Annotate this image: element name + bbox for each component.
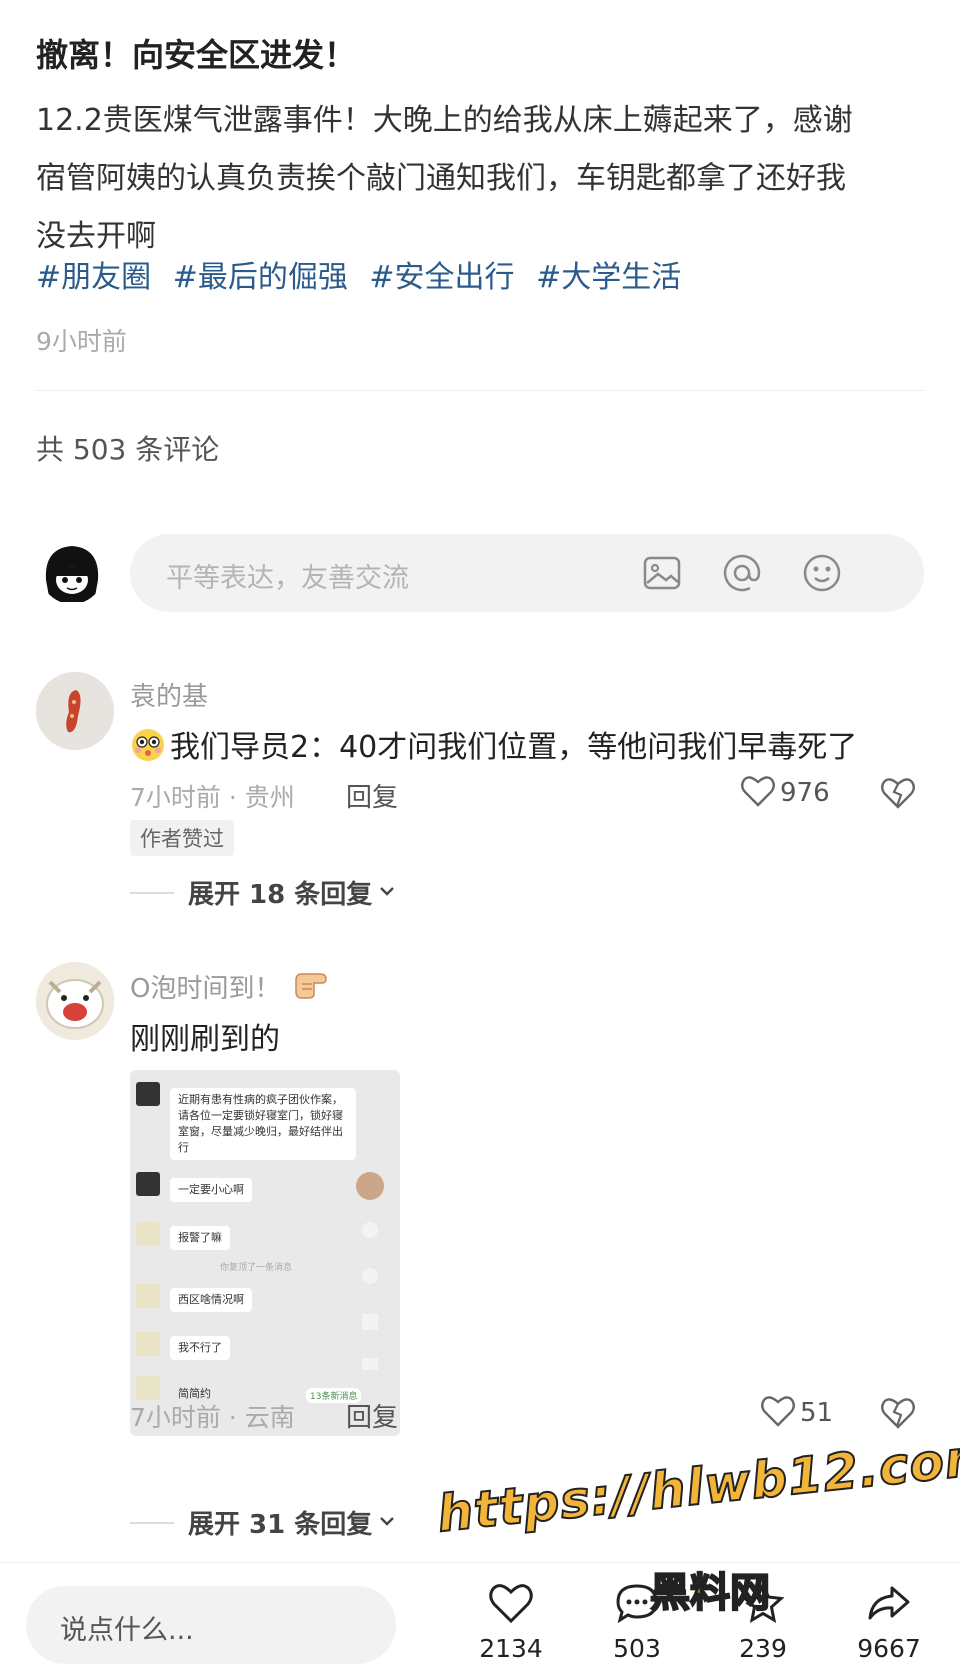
post-body-line: 12.2贵医煤气泄露事件！大晚上的给我从床上薅起来了，感谢	[36, 103, 853, 138]
chat-message: 报警了嘛	[170, 1226, 230, 1250]
image-icon[interactable]	[640, 551, 684, 595]
emoji-icon[interactable]	[800, 551, 844, 595]
like-total: 2134	[479, 1634, 543, 1663]
comment-input[interactable]: 平等表达，友善交流	[130, 534, 924, 612]
chevron-down-icon	[378, 1513, 396, 1532]
watermark-url: https://hlwb12.com	[434, 1426, 960, 1545]
tag-link[interactable]: #朋友圈	[36, 260, 151, 295]
dislike-icon[interactable]	[880, 1396, 916, 1434]
like-button[interactable]: 976	[740, 774, 830, 812]
comment-input-placeholder: 平等表达，友善交流	[166, 563, 409, 594]
expand-replies-label: 展开 31 条回复	[188, 1510, 373, 1540]
chat-avatar	[136, 1082, 160, 1106]
heart-icon	[760, 1394, 796, 1432]
dislike-icon[interactable]	[880, 776, 916, 814]
heart-eyes-emoji-icon	[130, 727, 166, 771]
comment-author[interactable]: O泡时间到！	[130, 966, 332, 1007]
heart-icon	[740, 774, 776, 812]
chat-message: 西区啥情况啊	[170, 1288, 252, 1312]
chat-message: 我不行了	[170, 1336, 230, 1360]
share-icon	[362, 1358, 378, 1370]
chat-recall-notice: 你复顶了一条消息	[220, 1263, 293, 1273]
post-body-line: 宿管阿姨的认真负责挨个敲门通知我们，车钥匙都拿了还好我	[36, 161, 846, 196]
chat-message: 近期有患有性病的疯子团伙作案，请各位一定要锁好寝室门，锁好寝室窗，尽量减少晚归，…	[170, 1088, 356, 1160]
at-icon[interactable]	[720, 551, 764, 595]
expand-replies[interactable]: 展开 31 条回复	[130, 1504, 396, 1541]
avatar[interactable]	[36, 672, 114, 750]
bottom-comment-placeholder: 说点什么...	[60, 1615, 194, 1646]
comment-image[interactable]: 近期有患有性病的疯子团伙作案，请各位一定要锁好寝室门，锁好寝室窗，尽量减少晚归，…	[130, 1070, 400, 1436]
comments-count: 共 503 条评论	[36, 433, 220, 466]
my-avatar[interactable]	[40, 540, 104, 604]
chat-avatar	[136, 1172, 160, 1196]
star-total: 239	[739, 1634, 787, 1663]
expand-line	[130, 891, 174, 894]
divider	[36, 390, 924, 391]
tag-link[interactable]: #大学生活	[536, 260, 681, 295]
like-icon	[362, 1222, 378, 1238]
tag-link[interactable]: #最后的倔强	[173, 260, 348, 295]
expand-replies-label: 展开 18 条回复	[188, 880, 373, 910]
comment-text: 我们导员2：40才问我们位置，等他问我们早毒死了	[130, 722, 857, 771]
expand-replies[interactable]: 展开 18 条回复	[130, 874, 396, 911]
heart-icon	[488, 1584, 534, 1628]
post-title: 撤离！向安全区进发！	[36, 36, 357, 74]
author-liked-badge: 作者赞过	[130, 820, 234, 856]
like-button[interactable]: 51	[760, 1394, 833, 1432]
video-avatar	[356, 1172, 384, 1200]
share-icon	[866, 1586, 912, 1628]
like-action[interactable]: 2134	[466, 1582, 556, 1663]
chat-avatar	[136, 1222, 160, 1246]
comment-text-content: 我们导员2：40才问我们位置，等他问我们早毒死了	[170, 730, 858, 765]
chat-avatar	[136, 1376, 160, 1400]
pointing-hand-icon	[292, 966, 332, 1007]
share-action[interactable]: 9667	[844, 1582, 934, 1663]
comment-icon	[362, 1268, 378, 1284]
chat-avatar	[136, 1284, 160, 1308]
share-total: 9667	[857, 1634, 921, 1663]
star-icon	[362, 1314, 378, 1330]
comment-text: 刚刚刷到的	[130, 1022, 280, 1057]
hashtags: #朋友圈 #最后的倔强 #安全出行 #大学生活	[36, 252, 693, 296]
like-count: 51	[800, 1398, 834, 1428]
reply-button[interactable]: 回复	[346, 777, 398, 814]
avatar[interactable]	[36, 962, 114, 1040]
like-count: 976	[780, 778, 830, 808]
bottom-comment-input[interactable]: 说点什么...	[26, 1586, 396, 1664]
post-time: 9小时前	[36, 327, 127, 356]
chevron-down-icon	[378, 883, 396, 902]
comment-author-name: O泡时间到！	[130, 974, 281, 1004]
comment-meta: 7小时前 · 云南	[130, 1403, 295, 1432]
reply-button[interactable]: 回复	[346, 1397, 398, 1434]
post-body: 12.2贵医煤气泄露事件！大晚上的给我从床上薅起来了，感谢 宿管阿姨的认真负责挨…	[36, 92, 924, 266]
expand-line	[130, 1521, 174, 1524]
comment-meta: 7小时前 · 贵州	[130, 783, 295, 812]
comment-author[interactable]: 袁的基	[130, 676, 208, 713]
tag-link[interactable]: #安全出行	[369, 260, 514, 295]
chat-message: 一定要小心啊	[170, 1178, 252, 1202]
comment-total: 503	[613, 1634, 661, 1663]
chat-avatar	[136, 1332, 160, 1356]
watermark-cn: 黑料网	[649, 1569, 771, 1617]
